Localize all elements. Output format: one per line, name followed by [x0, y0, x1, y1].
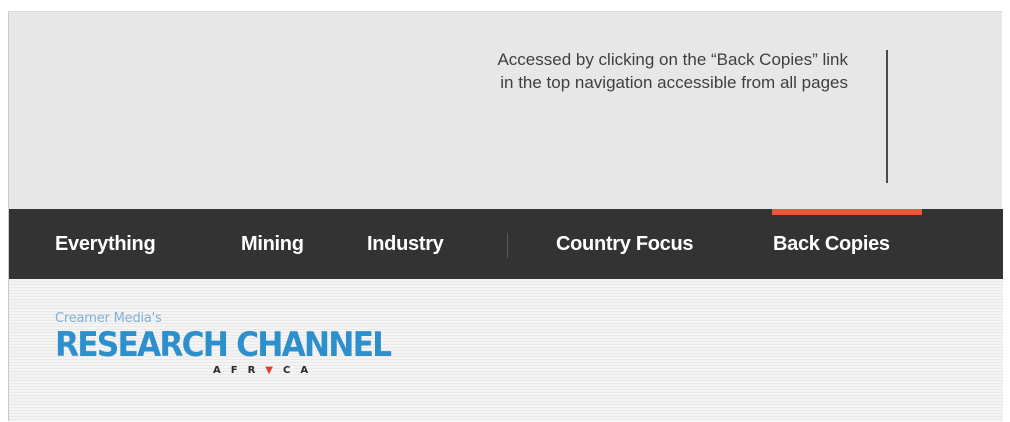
annotation-note: Accessed by clicking on the “Back Copies…: [497, 48, 848, 94]
logo-subtitle: AFR▼CA: [213, 365, 318, 376]
annotation-line-2: in the top navigation accessible from al…: [500, 73, 848, 92]
africa-map-icon: ▼: [265, 365, 283, 376]
nav-item-everything[interactable]: Everything: [55, 209, 156, 279]
nav-item-country-focus[interactable]: Country Focus: [556, 209, 694, 279]
header-banner: Creamer Media's RESEARCH CHANNEL AFR▼CA: [9, 279, 1003, 422]
logo-subtitle-end: CA: [282, 365, 319, 376]
annotation-pointer-line: [886, 50, 888, 183]
nav-item-industry[interactable]: Industry: [367, 209, 444, 279]
logo-title-text: RESEARCH CHANNEL: [55, 325, 392, 365]
annotation-line-1: Accessed by clicking on the “Back Copies…: [497, 50, 848, 69]
logo-publisher-text: Creamer Media's: [55, 311, 162, 326]
nav-item-mining[interactable]: Mining: [241, 209, 304, 279]
research-channel-africa-logo[interactable]: Creamer Media's RESEARCH CHANNEL AFR▼CA: [55, 311, 419, 376]
top-navigation: Everything Mining Industry Country Focus…: [9, 209, 1003, 279]
logo-subtitle-start: AFR: [213, 365, 266, 376]
page-frame: Accessed by clicking on the “Back Copies…: [8, 11, 1003, 422]
nav-divider: [507, 233, 508, 258]
nav-item-back-copies[interactable]: Back Copies: [773, 209, 890, 279]
